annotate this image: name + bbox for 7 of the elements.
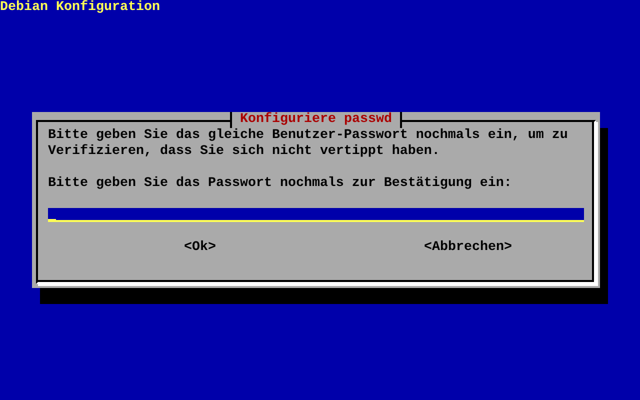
ok-button[interactable]: <Ok> bbox=[184, 240, 216, 256]
prompt-text: Bitte geben Sie das gleiche Benutzer-Passwort nochmals ein, um zu Verifizieren, dass Sie sich nicht vertippt haben. bbox=[48, 128, 569, 160]
dialog-title: Konfiguriere passwd bbox=[230, 112, 402, 128]
password-field[interactable] bbox=[48, 208, 584, 222]
screen-title: Debian Konfiguration bbox=[0, 0, 161, 16]
prompt-text: Bitte geben Sie das Passwort nochmals zur Bestätigung ein: bbox=[48, 176, 513, 192]
cancel-button[interactable]: <Abbrechen> bbox=[424, 240, 512, 256]
